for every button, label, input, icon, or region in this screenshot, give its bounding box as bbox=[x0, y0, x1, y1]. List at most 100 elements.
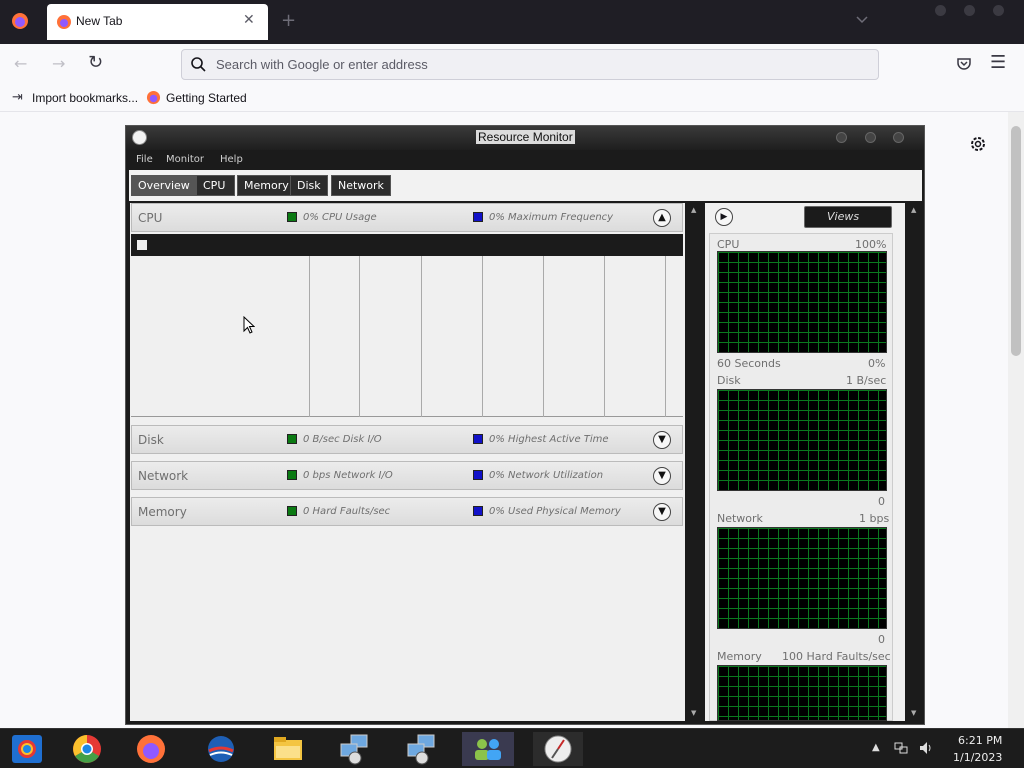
scroll-down-icon[interactable]: ▼ bbox=[911, 709, 916, 717]
section-cpu-header[interactable]: CPU 0% CPU Usage 0% Maximum Frequency ▲ bbox=[131, 203, 683, 232]
show-hidden-icons-icon[interactable]: ▲ bbox=[872, 742, 880, 753]
column-divider bbox=[309, 256, 310, 417]
minimize-button[interactable] bbox=[836, 132, 847, 143]
section-memory-header[interactable]: Memory 0 Hard Faults/sec 0% Used Physica… bbox=[131, 497, 683, 526]
physical-memory-stat: 0% Used Physical Memory bbox=[489, 506, 621, 517]
firefox-icon bbox=[146, 90, 161, 105]
start-button[interactable] bbox=[6, 732, 48, 766]
users-icon[interactable] bbox=[462, 732, 514, 766]
cpu-graph-max: 100% bbox=[855, 238, 887, 251]
window-titlebar[interactable]: Resource Monitor bbox=[126, 126, 924, 150]
tab-title: New Tab bbox=[76, 14, 123, 28]
cpu-frequency-stat: 0% Maximum Frequency bbox=[489, 212, 614, 223]
expand-network-button[interactable]: ▼ bbox=[653, 467, 671, 485]
expand-pane-icon[interactable]: ▶ bbox=[715, 208, 733, 226]
close-button[interactable] bbox=[893, 132, 904, 143]
expand-memory-button[interactable]: ▼ bbox=[653, 503, 671, 521]
memory-graph-max: 100 Hard Faults/sec bbox=[782, 650, 891, 663]
taskbar: ▲ 6:21 PM 1/1/2023 bbox=[0, 728, 1024, 768]
tab-new-tab[interactable]: New Tab ✕ bbox=[47, 4, 268, 40]
collapse-cpu-button[interactable]: ▲ bbox=[653, 209, 671, 227]
overview-pane: CPU 0% CPU Usage 0% Maximum Frequency ▲ bbox=[130, 203, 685, 721]
reload-icon[interactable]: ↻ bbox=[88, 52, 103, 73]
close-window-button[interactable] bbox=[993, 5, 1004, 16]
bookmark-import[interactable]: Import bookmarks... bbox=[32, 91, 138, 105]
clock-time[interactable]: 6:21 PM bbox=[958, 734, 1002, 747]
section-title: Disk bbox=[138, 433, 164, 447]
legend-green-swatch bbox=[287, 212, 297, 222]
bookmark-getting-started[interactable]: Getting Started bbox=[166, 91, 247, 105]
clock-date[interactable]: 1/1/2023 bbox=[953, 751, 1002, 764]
graph-pane-scrollbar[interactable]: ▲ ▼ bbox=[907, 203, 922, 721]
new-tab-icon[interactable]: + bbox=[281, 12, 296, 30]
legend-green-swatch bbox=[287, 470, 297, 480]
network-graph bbox=[717, 527, 887, 629]
expand-disk-button[interactable]: ▼ bbox=[653, 431, 671, 449]
scroll-up-icon[interactable]: ▲ bbox=[911, 206, 916, 214]
minimize-button[interactable] bbox=[935, 5, 946, 16]
browser-icon[interactable] bbox=[200, 732, 242, 766]
firefox-icon[interactable] bbox=[130, 732, 172, 766]
column-divider bbox=[665, 256, 666, 417]
network-graph-label: Network bbox=[717, 512, 763, 525]
network-graph-min: 0 bbox=[878, 633, 885, 646]
disk-graph-max: 1 B/sec bbox=[846, 374, 887, 387]
views-button[interactable]: Views bbox=[804, 206, 892, 228]
close-tab-icon[interactable]: ✕ bbox=[243, 12, 255, 28]
gear-icon[interactable] bbox=[968, 134, 988, 154]
scroll-down-icon[interactable]: ▼ bbox=[691, 709, 696, 717]
firefox-icon[interactable] bbox=[10, 11, 30, 31]
maximize-button[interactable] bbox=[964, 5, 975, 16]
chevron-down-icon[interactable] bbox=[855, 13, 869, 27]
legend-green-swatch bbox=[287, 506, 297, 516]
cpu-graph bbox=[717, 251, 887, 353]
menu-help[interactable]: Help bbox=[220, 154, 243, 165]
overview-scrollbar[interactable]: ▲ ▼ bbox=[687, 203, 703, 721]
legend-green-swatch bbox=[287, 434, 297, 444]
maximize-button[interactable] bbox=[865, 132, 876, 143]
tab-memory[interactable]: Memory bbox=[237, 175, 296, 196]
cpu-graph-min: 0% bbox=[868, 357, 886, 370]
chrome-icon[interactable] bbox=[66, 732, 108, 766]
section-disk-header[interactable]: Disk 0 B/sec Disk I/O 0% Highest Active … bbox=[131, 425, 683, 454]
column-divider bbox=[543, 256, 544, 417]
back-icon[interactable]: ← bbox=[14, 54, 27, 73]
section-title: Memory bbox=[138, 505, 187, 519]
disk-graph-min: 0 bbox=[878, 495, 885, 508]
cpu-usage-stat: 0% CPU Usage bbox=[303, 212, 377, 223]
url-placeholder: Search with Google or enter address bbox=[216, 57, 428, 72]
tab-disk[interactable]: Disk bbox=[290, 175, 328, 196]
cpu-process-table bbox=[131, 256, 683, 417]
navigation-bar: ← → ↻ Search with Google or enter addres… bbox=[0, 44, 1024, 84]
memory-graph bbox=[717, 665, 887, 721]
legend-blue-swatch bbox=[473, 470, 483, 480]
column-divider bbox=[359, 256, 360, 417]
volume-icon[interactable] bbox=[918, 740, 934, 756]
disk-graph bbox=[717, 389, 887, 491]
cpu-table-header bbox=[131, 234, 683, 256]
menu-file[interactable]: File bbox=[136, 154, 153, 165]
section-network-header[interactable]: Network 0 bps Network I/O 0% Network Uti… bbox=[131, 461, 683, 490]
tab-network[interactable]: Network bbox=[331, 175, 391, 196]
search-icon bbox=[191, 57, 206, 72]
import-icon: ⇥ bbox=[12, 90, 23, 105]
select-all-checkbox[interactable] bbox=[137, 240, 147, 250]
column-divider bbox=[421, 256, 422, 417]
graph-pane: ▶ Views CPU 100% 60 Seconds 0% Disk 1 B/… bbox=[705, 203, 905, 721]
network-tool-icon[interactable] bbox=[400, 732, 442, 766]
url-bar[interactable]: Search with Google or enter address bbox=[181, 49, 879, 80]
pocket-icon[interactable] bbox=[955, 55, 973, 73]
resource-monitor-icon[interactable] bbox=[533, 732, 583, 766]
tab-cpu[interactable]: CPU bbox=[196, 175, 235, 196]
network-icon[interactable] bbox=[893, 740, 909, 756]
file-explorer-icon[interactable] bbox=[267, 732, 309, 766]
scroll-up-icon[interactable]: ▲ bbox=[691, 206, 696, 214]
forward-icon[interactable]: → bbox=[52, 54, 65, 73]
tab-overview[interactable]: Overview bbox=[131, 175, 197, 196]
column-divider bbox=[604, 256, 605, 417]
hamburger-menu-icon[interactable]: ☰ bbox=[990, 54, 1006, 72]
scrollbar-thumb[interactable] bbox=[1011, 126, 1021, 356]
network-tool-icon[interactable] bbox=[333, 732, 375, 766]
page-scrollbar[interactable] bbox=[1008, 112, 1024, 730]
menu-monitor[interactable]: Monitor bbox=[166, 154, 204, 165]
